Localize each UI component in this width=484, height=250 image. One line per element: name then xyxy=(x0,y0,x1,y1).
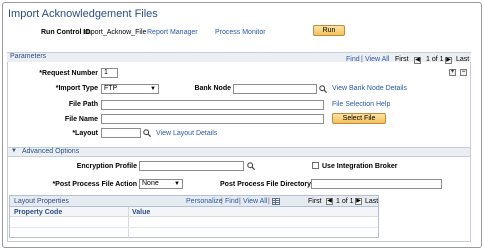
chevron-down-icon: ▼ xyxy=(174,181,180,187)
post-process-dir-label: Post Process File Directory xyxy=(220,181,312,188)
grid-download-icon[interactable] xyxy=(272,198,280,205)
magnifier-icon[interactable] xyxy=(319,85,327,93)
parameters-view-all-link[interactable]: View All xyxy=(365,56,389,63)
parameters-first-label[interactable]: First xyxy=(395,56,409,63)
grid-row-divider xyxy=(10,227,378,228)
grid-column-header-row xyxy=(10,207,378,217)
run-control-value: Import_Acknow_File xyxy=(83,29,147,36)
grid-first-label[interactable]: First xyxy=(308,198,322,205)
parameters-find-link[interactable]: Find xyxy=(346,56,360,63)
file-path-label: File Path xyxy=(68,101,98,108)
layout-label: *Layout xyxy=(72,130,98,137)
arrow-right-icon[interactable]: ▶ xyxy=(355,198,362,205)
layout-field[interactable] xyxy=(101,128,141,138)
separator: | xyxy=(239,198,241,205)
separator: | xyxy=(268,198,270,205)
use-integration-broker-label: Use Integration Broker xyxy=(322,163,398,170)
layout-properties-header: Layout Properties xyxy=(14,198,69,205)
import-type-label: *Import Type xyxy=(55,85,98,92)
select-file-button[interactable]: Select File xyxy=(332,113,386,124)
grid-pager: 1 of 1 xyxy=(336,198,354,205)
plus-icon[interactable]: + xyxy=(449,69,456,76)
post-process-action-label: *Post Process File Action xyxy=(52,181,137,188)
magnifier-icon[interactable] xyxy=(247,162,255,170)
file-selection-help-link[interactable]: File Selection Help xyxy=(332,101,390,108)
bank-node-field[interactable] xyxy=(233,84,317,94)
process-monitor-link[interactable]: Process Monitor xyxy=(215,29,266,36)
use-integration-broker-checkbox[interactable] xyxy=(312,162,319,169)
separator: | xyxy=(221,198,223,205)
arrow-left-icon[interactable]: ◀ xyxy=(326,198,333,205)
view-bank-node-details-link[interactable]: View Bank Node Details xyxy=(332,85,407,92)
advanced-options-header[interactable]: Advanced Options xyxy=(22,148,79,155)
request-number-field[interactable]: 1 xyxy=(101,68,118,78)
file-name-label: File Name xyxy=(64,116,98,123)
layout-properties-grid: Layout Properties Personalize | Find | V… xyxy=(9,195,379,238)
file-name-field[interactable] xyxy=(101,114,324,124)
parameters-pager: 1 of 1 xyxy=(426,56,444,63)
separator: | xyxy=(361,56,363,63)
parameters-last-label[interactable]: Last xyxy=(456,56,469,63)
column-header-value[interactable]: Value xyxy=(132,209,150,216)
grid-view-all-link[interactable]: View All xyxy=(243,198,267,205)
grid-last-label[interactable]: Last xyxy=(365,198,378,205)
import-type-select[interactable]: FTP ▼ xyxy=(101,84,159,94)
minus-icon[interactable]: − xyxy=(460,69,467,76)
column-header-property-code[interactable]: Property Code xyxy=(14,209,62,216)
personalize-link[interactable]: Personalize xyxy=(186,198,223,205)
arrow-right-icon[interactable]: ▶ xyxy=(445,57,452,64)
post-process-action-value: None xyxy=(142,180,159,187)
magnifier-icon[interactable] xyxy=(143,129,151,137)
grid-find-link[interactable]: Find xyxy=(225,198,239,205)
triangle-down-icon[interactable]: ▼ xyxy=(11,148,17,154)
request-number-label: *Request Number xyxy=(39,70,98,77)
view-layout-details-link[interactable]: View Layout Details xyxy=(156,130,217,137)
arrow-left-icon[interactable]: ◀ xyxy=(414,57,421,64)
parameters-header: Parameters xyxy=(10,53,47,60)
encryption-profile-field[interactable] xyxy=(139,161,244,171)
page-title: Import Acknowledgement Files xyxy=(8,8,158,20)
run-button[interactable]: Run xyxy=(313,25,345,36)
file-path-field[interactable] xyxy=(101,100,324,110)
column-divider xyxy=(128,207,129,238)
report-manager-link[interactable]: Report Manager xyxy=(147,29,198,36)
post-process-dir-field[interactable] xyxy=(311,179,442,189)
bank-node-label: Bank Node xyxy=(194,85,231,92)
import-type-value: FTP xyxy=(104,85,118,92)
post-process-action-select[interactable]: None ▼ xyxy=(139,179,183,189)
encryption-profile-label: Encryption Profile xyxy=(76,163,137,170)
chevron-down-icon: ▼ xyxy=(150,86,156,92)
